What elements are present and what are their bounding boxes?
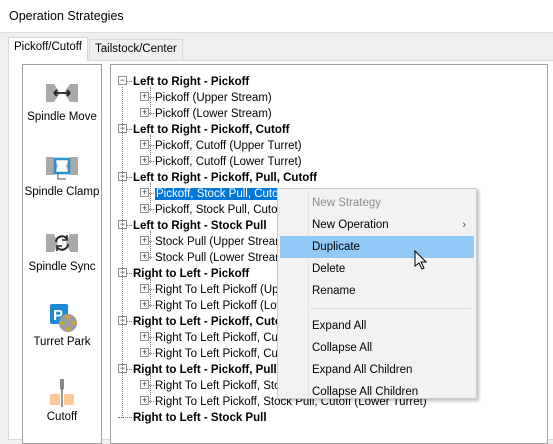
palette-spindle-move[interactable]: Spindle Move	[23, 79, 101, 123]
turret-park-icon: P	[50, 304, 77, 332]
tree-group[interactable]: − Right to Left - Pickoff, Cutoff	[118, 314, 290, 330]
menu-item-collapse-all[interactable]: Collapse All	[280, 337, 474, 359]
expand-icon[interactable]: +	[140, 252, 149, 262]
tree-item[interactable]: + Pickoff (Upper Stream)	[140, 90, 272, 106]
tree-item[interactable]: + Pickoff (Lower Stream)	[140, 106, 272, 122]
context-menu: New Strategy New Operation › Duplicate Delet…	[277, 188, 477, 399]
tree-group-label: Left to Right - Pickoff, Pull, Cutoff	[133, 172, 317, 184]
tree-item-label: Stock Pull (Upper Stream)	[155, 236, 289, 248]
tree-group[interactable]: − Left to Right - Pickoff, Cutoff	[118, 122, 290, 138]
tree-group[interactable]: Right to Left - Stock Pull	[118, 410, 267, 426]
tree-item-label: Pickoff, Cutoff (Lower Turret)	[155, 156, 302, 168]
spindle-sync-icon	[46, 234, 78, 252]
tree-group-label: Right to Left - Pickoff, Cutoff	[133, 316, 290, 328]
menu-item-new-operation[interactable]: New Operation ›	[280, 214, 474, 236]
collapse-icon[interactable]: −	[118, 76, 127, 86]
expand-icon[interactable]: +	[140, 236, 149, 246]
expand-icon[interactable]: +	[140, 300, 149, 310]
window-title: Operation Strategies	[0, 0, 553, 33]
tree-item[interactable]: + Pickoff, Cutoff (Lower Turret)	[140, 154, 302, 170]
tab-tailstock-center[interactable]: Tailstock/Center	[89, 39, 183, 60]
mouse-cursor-icon	[414, 250, 428, 270]
menu-separator	[311, 308, 471, 309]
chevron-right-icon: ›	[462, 219, 466, 231]
tree-group[interactable]: − Right to Left - Pickoff	[118, 266, 249, 282]
expand-icon[interactable]: +	[140, 348, 149, 358]
expand-icon[interactable]: +	[140, 188, 149, 198]
tree-group[interactable]: − Left to Right - Pickoff, Pull, Cutoff	[118, 170, 317, 186]
tree-item-label: Stock Pull (Lower Stream)	[155, 252, 289, 264]
palette-spindle-clamp[interactable]: Spindle Clamp	[23, 154, 101, 198]
spindle-clamp-icon	[46, 157, 78, 180]
palette-turret-park[interactable]: P Turret Park	[23, 304, 101, 348]
menu-item-duplicate[interactable]: Duplicate	[280, 236, 474, 258]
expand-icon[interactable]: +	[140, 140, 149, 150]
menu-item-collapse-all-children[interactable]: Collapse All Children	[280, 381, 474, 403]
tree-item-label: Pickoff, Cutoff (Upper Turret)	[155, 140, 302, 152]
expand-icon[interactable]: +	[140, 156, 149, 166]
menu-item-new-strategy[interactable]: New Strategy	[280, 192, 474, 214]
expand-icon[interactable]: +	[140, 380, 149, 390]
menu-item-delete[interactable]: Delete	[280, 258, 474, 280]
expand-icon[interactable]: +	[140, 332, 149, 342]
palette-spindle-sync[interactable]: Spindle Sync	[23, 229, 101, 273]
tree-group-label: Left to Right - Pickoff, Cutoff	[133, 124, 290, 136]
tab-pickoff-cutoff[interactable]: Pickoff/Cutoff	[8, 37, 88, 61]
tree-item-label: Pickoff (Lower Stream)	[155, 108, 272, 120]
expand-icon[interactable]: +	[140, 284, 149, 294]
tree-item[interactable]: + Stock Pull (Upper Stream)	[140, 234, 289, 250]
menu-item-rename[interactable]: Rename	[280, 280, 474, 302]
expand-icon[interactable]: +	[140, 396, 149, 406]
tree-group[interactable]: − Left to Right - Stock Pull	[118, 218, 267, 234]
tree-group[interactable]: − Left to Right - Pickoff	[118, 74, 249, 90]
operation-palette: Spindle Move Spindle Clamp Spindle Sync …	[22, 64, 102, 444]
tree-item[interactable]: + Pickoff, Cutoff (Upper Turret)	[140, 138, 302, 154]
tree-item[interactable]: + Stock Pull (Lower Stream)	[140, 250, 289, 266]
palette-cutoff[interactable]: Cutoff	[23, 379, 101, 423]
expand-icon[interactable]: +	[140, 108, 149, 118]
spindle-move-icon	[46, 84, 78, 102]
tree-group-label: Right to Left - Stock Pull	[133, 412, 267, 424]
expand-icon[interactable]: +	[140, 204, 149, 214]
menu-item-expand-all-children[interactable]: Expand All Children	[280, 359, 474, 381]
menu-item-expand-all[interactable]: Expand All	[280, 315, 474, 337]
tree-item-label: Pickoff (Upper Stream)	[155, 92, 272, 104]
cutoff-icon	[50, 379, 74, 407]
tree-group-label: Left to Right - Stock Pull	[133, 220, 267, 232]
expand-icon[interactable]: +	[140, 92, 149, 102]
